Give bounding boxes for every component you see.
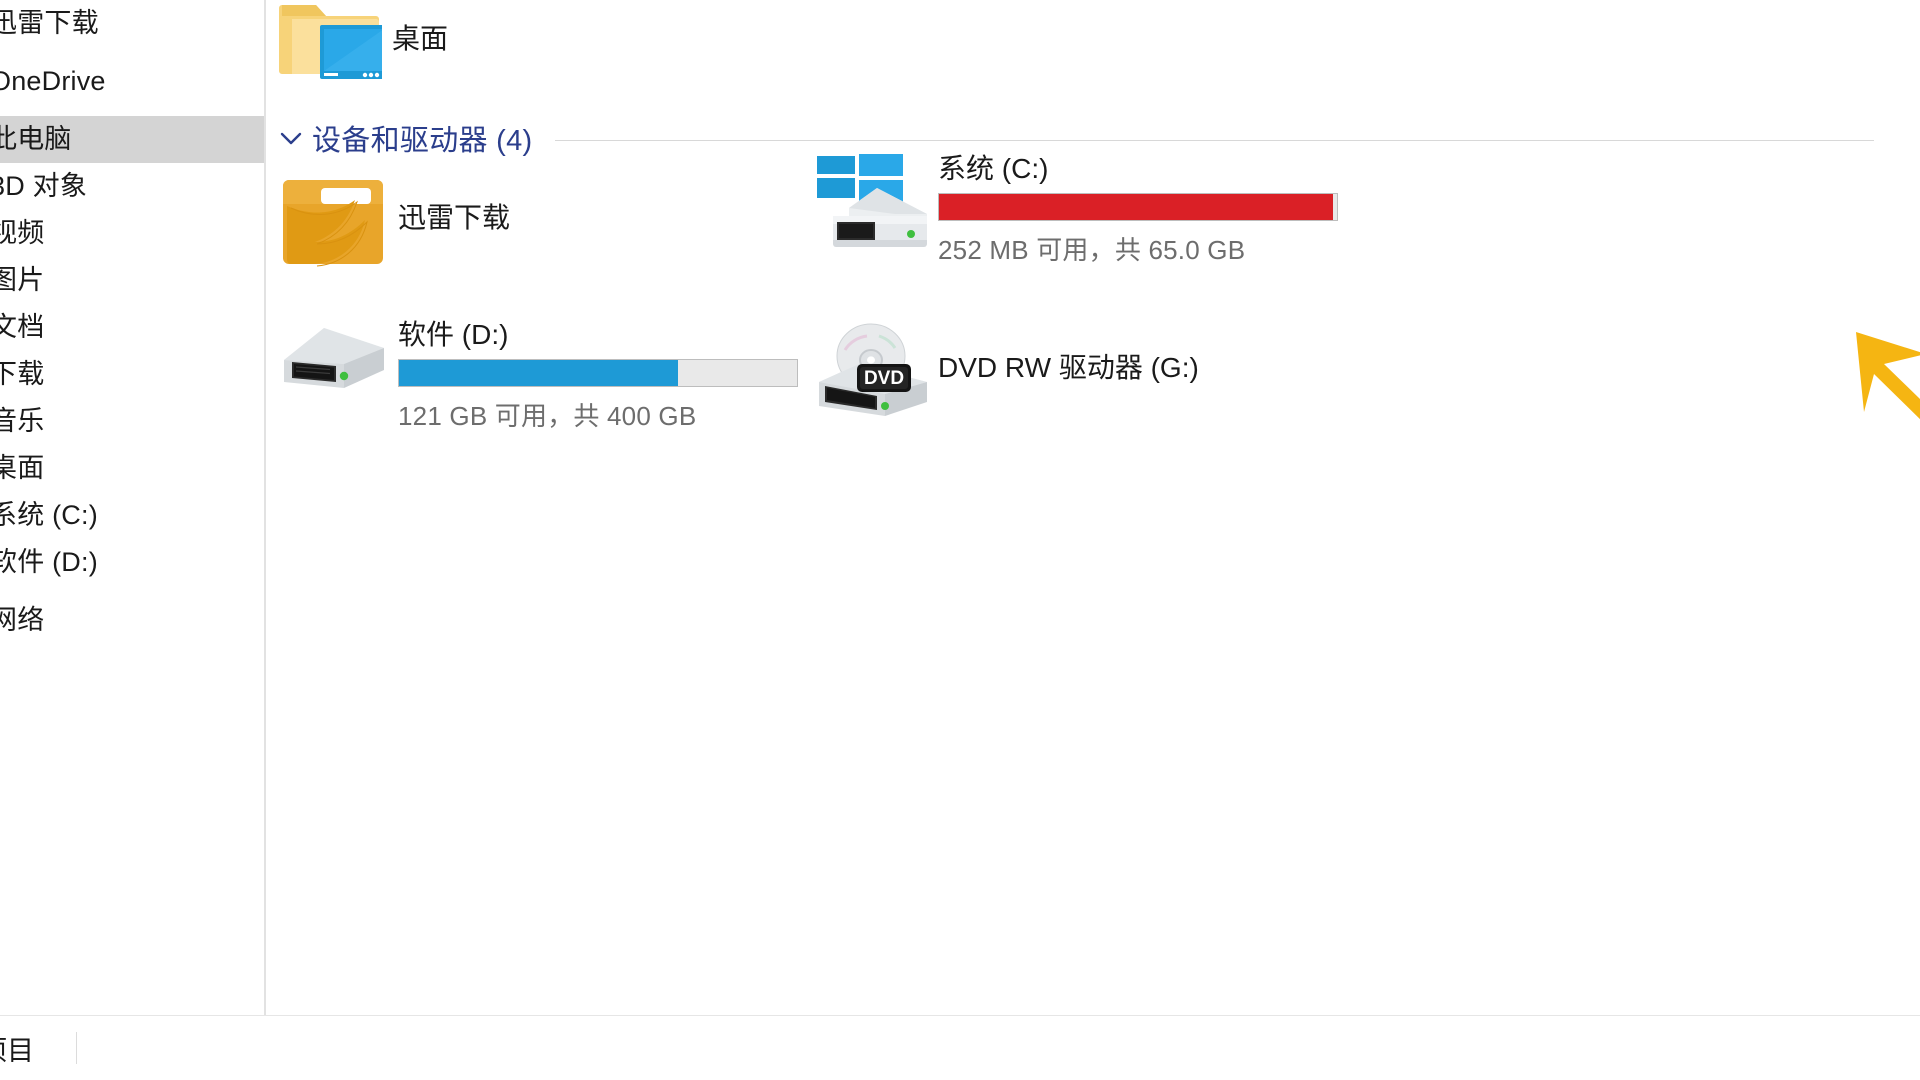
group-separator-line: [554, 139, 1874, 141]
sidebar-item-label: 文档: [0, 312, 45, 342]
sidebar-item-12[interactable]: 网络: [0, 597, 264, 644]
drive-tile[interactable]: 迅雷下载: [268, 168, 888, 268]
drive-usage-fill: [939, 194, 1334, 221]
sidebar-item-7[interactable]: 下载: [0, 351, 264, 398]
sidebar-item-label: 系统 (C:): [0, 500, 98, 530]
sidebar-item-label: 音乐: [0, 406, 45, 436]
file-explorer-window: 迅雷下载OneDrive此电脑3D 对象视频图片文档下载音乐桌面系统 (C:)软…: [0, 0, 1920, 1080]
drive-capacity-label: 252 MB 可用，共 65.0 GB: [938, 235, 1246, 266]
sidebar-item-3[interactable]: 3D 对象: [0, 163, 264, 210]
sidebar-item-8[interactable]: 音乐: [0, 398, 264, 445]
drive-tile[interactable]: 系统 (C:) 252 MB 可用，共 65.0 GB: [808, 150, 1428, 267]
drive-info: DVD RW 驱动器 (G:): [938, 352, 1428, 384]
sidebar-item-label: 图片: [0, 265, 45, 295]
sidebar-item-label: 软件 (D:): [0, 547, 98, 577]
drive-name-label: 系统 (C:): [938, 153, 1049, 184]
sidebar-item-10[interactable]: 系统 (C:): [0, 492, 264, 539]
content-pane: 桌面 设备和驱动器 (4) 迅雷下载 系统 (C:) 252 MB 可用，共 6…: [268, 0, 1920, 1015]
item-desktop-folder[interactable]: 桌面: [268, 0, 448, 96]
sidebar-item-label: OneDrive: [0, 66, 106, 96]
sidebar-item-label: 桌面: [0, 453, 45, 483]
group-title: 设备和驱动器 (4): [312, 125, 533, 157]
sidebar-item-4[interactable]: 视频: [0, 210, 264, 257]
sidebar-item-label: 视频: [0, 218, 45, 248]
drive-usage-bar: [938, 193, 1338, 222]
drive-usage-fill: [399, 360, 678, 387]
desktop-folder-icon: [268, 0, 392, 85]
status-separator: [76, 1032, 77, 1064]
sidebar-item-label: 下载: [0, 359, 45, 389]
annotation-arrow-icon: [1848, 320, 1920, 590]
drive-tile[interactable]: DVD DVD RW 驱动器 (G:): [808, 316, 1428, 420]
desktop-folder-label: 桌面: [392, 23, 449, 54]
sidebar-item-label: 3D 对象: [0, 171, 88, 201]
sidebar-item-5[interactable]: 图片: [0, 257, 264, 304]
xunlei-folder-icon: [268, 168, 398, 268]
drive-name-label: DVD RW 驱动器 (G:): [938, 352, 1199, 384]
hard-drive-icon: [268, 316, 398, 396]
status-bar: 项目: [0, 1015, 1920, 1080]
sidebar-item-label: 网络: [0, 605, 45, 635]
drive-usage-bar: [398, 359, 798, 388]
sidebar-item-6[interactable]: 文档: [0, 304, 264, 351]
navigation-pane: 迅雷下载 OneDrive 此电脑 3D 对象视频图片文档下载音乐桌面系统 (C:) 软…: [0, 0, 266, 1015]
sidebar-item-9[interactable]: 桌面: [0, 445, 264, 492]
dvd-drive-icon: DVD: [808, 316, 938, 420]
navigation-tree: 迅雷下载 OneDrive 此电脑 3D 对象视频图片文档下载音乐桌面系统 (C:) 软…: [0, 0, 264, 644]
sidebar-item-label: 此电脑: [0, 124, 72, 154]
svg-text:DVD: DVD: [864, 368, 904, 389]
sidebar-item-label: 迅雷下载: [0, 8, 99, 38]
chevron-down-icon[interactable]: [274, 121, 308, 155]
sidebar-item-11[interactable]: 软件 (D:): [0, 539, 264, 586]
drive-info: 系统 (C:) 252 MB 可用，共 65.0 GB: [938, 150, 1428, 267]
sidebar-item-2[interactable]: 此电脑: [0, 116, 264, 163]
status-item-count: 项目: [0, 1035, 34, 1066]
sidebar-item-1[interactable]: OneDrive: [0, 58, 264, 105]
drive-tile[interactable]: 软件 (D:) 121 GB 可用，共 400 GB: [268, 316, 888, 433]
sidebar-item-0[interactable]: 迅雷下载: [0, 0, 264, 47]
windows-drive-icon: [808, 150, 938, 250]
